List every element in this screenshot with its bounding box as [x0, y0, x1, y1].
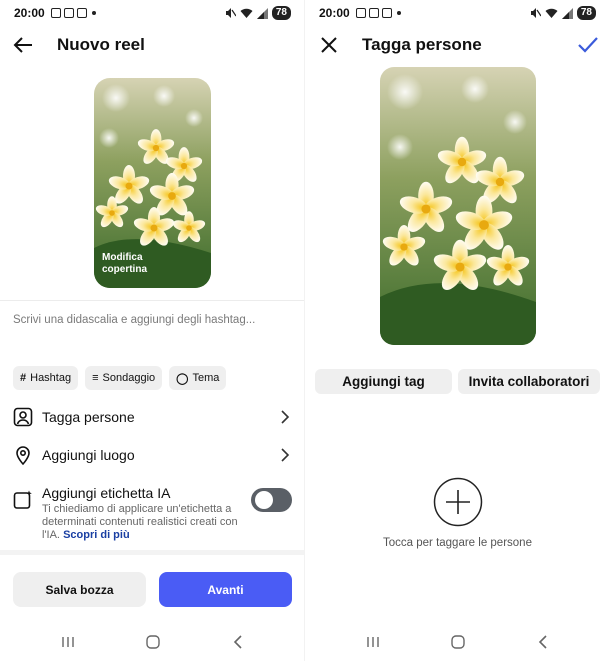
ai-label-title: Aggiungi etichetta IA — [42, 485, 171, 501]
add-location-row[interactable]: Aggiungi luogo — [0, 440, 305, 470]
status-bar: 20:00 78 — [14, 5, 291, 21]
caption-input[interactable]: Scrivi una didascalia e aggiungi degli h… — [13, 314, 255, 326]
wifi-icon — [545, 8, 558, 18]
learn-more-link[interactable]: Scopri di più — [63, 529, 130, 541]
back-nav-icon[interactable] — [230, 634, 246, 650]
mute-icon — [530, 8, 541, 18]
ai-label-row: Aggiungi etichetta IA Ti chiediamo di ap… — [0, 484, 305, 544]
topic-icon: ◯ — [176, 372, 189, 385]
notification-icon — [355, 8, 366, 18]
tag-people-label: Tagga persone — [42, 409, 135, 425]
notification-icon — [50, 8, 61, 18]
mute-icon — [225, 8, 236, 18]
hashtag-icon: # — [20, 372, 27, 384]
save-draft-button[interactable]: Salva bozza — [13, 572, 146, 607]
next-button[interactable]: Avanti — [159, 572, 292, 607]
chevron-right-icon — [281, 448, 290, 462]
tag-photo[interactable] — [380, 67, 536, 345]
status-time: 20:00 — [319, 6, 350, 20]
recent-apps-icon[interactable] — [365, 634, 381, 650]
new-reel-screen: 20:00 78 Nuovo reel Modifica copertina S… — [0, 0, 305, 661]
add-tag-button[interactable]: Aggiungi tag — [315, 369, 452, 394]
notification-icon — [368, 8, 379, 18]
home-icon[interactable] — [450, 634, 466, 650]
chevron-right-icon — [281, 410, 290, 424]
notification-icon — [63, 8, 74, 18]
poll-icon: ≡ — [92, 372, 99, 384]
back-arrow-icon[interactable] — [12, 33, 36, 57]
notification-icon — [76, 8, 87, 18]
wifi-icon — [240, 8, 253, 18]
notification-icons — [355, 8, 401, 18]
page-title: Nuovo reel — [57, 35, 145, 54]
caption-chips: # Hashtag ≡ Sondaggio ◯ Tema — [13, 366, 227, 390]
ai-label-description: Ti chiediamo di applicare un'etichetta a… — [42, 503, 238, 541]
status-bar: 20:00 78 — [319, 5, 596, 21]
tag-people-screen: 20:00 78 Tagga persone Aggiungi tag Invi… — [305, 0, 610, 661]
notification-icon — [381, 8, 392, 18]
more-notifications-icon — [396, 11, 401, 15]
recent-apps-icon[interactable] — [60, 634, 76, 650]
toggle-knob — [255, 491, 273, 509]
notification-icons — [50, 8, 96, 18]
top-bar: Tagga persone — [305, 30, 610, 60]
tag-person-icon — [13, 407, 33, 427]
poll-chip[interactable]: ≡ Sondaggio — [85, 366, 163, 390]
signal-icon — [561, 7, 573, 19]
status-time: 20:00 — [14, 6, 45, 20]
close-icon[interactable] — [317, 33, 341, 57]
topic-chip[interactable]: ◯ Tema — [169, 366, 227, 390]
page-title: Tagga persone — [362, 35, 482, 54]
section-divider — [0, 550, 305, 555]
more-notifications-icon — [91, 11, 96, 15]
tag-people-row[interactable]: Tagga persone — [0, 402, 305, 432]
battery-indicator: 78 — [576, 6, 596, 20]
top-bar: Nuovo reel — [0, 30, 305, 60]
home-icon[interactable] — [145, 634, 161, 650]
divider — [0, 300, 305, 301]
add-location-label: Aggiungi luogo — [42, 447, 135, 463]
edit-cover-label[interactable]: Modifica copertina — [102, 252, 147, 276]
location-pin-icon — [16, 446, 30, 465]
back-nav-icon[interactable] — [535, 634, 551, 650]
system-nav-bar — [305, 630, 610, 654]
add-tag-plus-icon[interactable] — [433, 477, 483, 527]
hashtag-chip[interactable]: # Hashtag — [13, 366, 79, 390]
system-nav-bar — [0, 630, 305, 654]
confirm-check-icon[interactable] — [576, 33, 600, 57]
tag-hint-text: Tocca per taggare le persone — [383, 537, 532, 549]
invite-collaborators-button[interactable]: Invita collaboratori — [458, 369, 600, 394]
ai-label-icon — [13, 490, 32, 509]
ai-label-toggle[interactable] — [251, 488, 292, 512]
battery-indicator: 78 — [271, 6, 291, 20]
signal-icon — [256, 7, 268, 19]
